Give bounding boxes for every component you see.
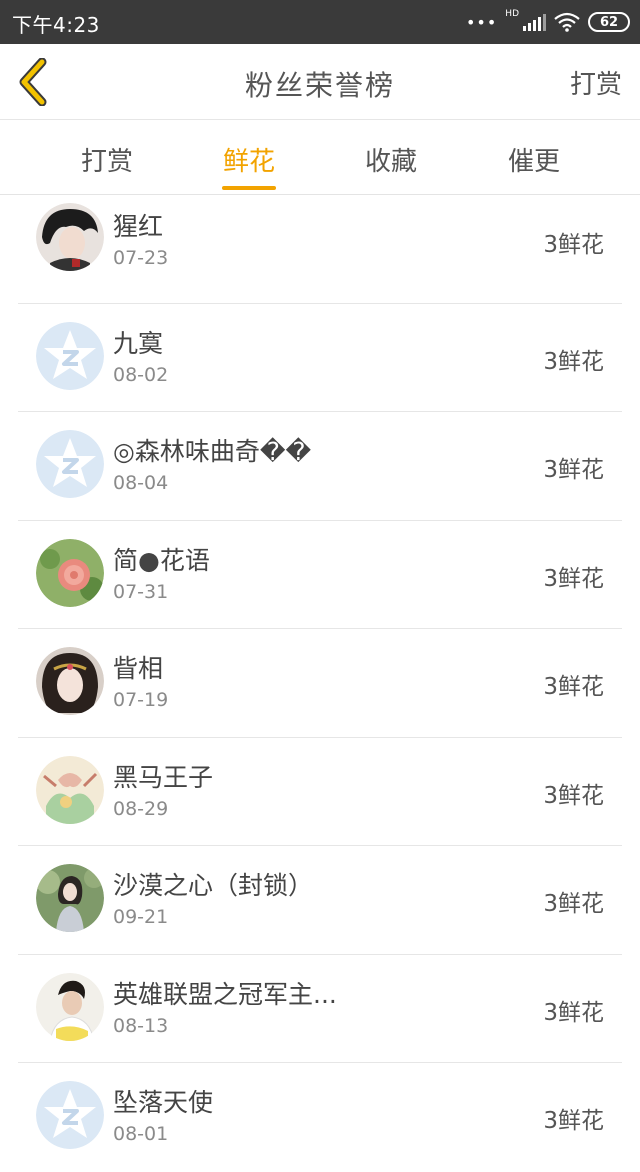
tab-collect[interactable]: 收藏 [336, 141, 446, 178]
avatar [36, 322, 104, 390]
fan-date: 08-13 [113, 1014, 169, 1037]
fan-name: 英雄联盟之冠军主... [113, 979, 337, 1009]
fan-date: 07-31 [113, 580, 169, 603]
avatar [36, 538, 104, 607]
avatar [36, 755, 104, 824]
status-time: 下午4:23 [12, 13, 100, 37]
list-item[interactable]: 坠落天使 08-01 3鲜花 [18, 1063, 622, 1172]
fan-name: ◎森林味曲奇�� [113, 437, 312, 466]
flower-count: 3鲜花 [543, 457, 604, 483]
tab-urge[interactable]: 催更 [479, 141, 589, 178]
fan-date: 08-01 [113, 1123, 169, 1145]
fan-date: 08-29 [113, 797, 169, 820]
fan-date: 09-21 [113, 906, 169, 928]
fan-name: 黑马王子 [113, 762, 214, 792]
flower-count: 3鲜花 [543, 782, 604, 809]
tab-reward[interactable]: 打赏 [52, 141, 162, 178]
battery-level: 62 [599, 14, 619, 30]
list-item[interactable]: 猩红 07-23 3鲜花 [18, 195, 622, 304]
tab-label: 打赏 [80, 147, 133, 177]
battery-icon: 62 [588, 12, 630, 32]
page-title: 粉丝荣誉榜 [244, 69, 395, 102]
flower-count: 3鲜花 [543, 1108, 604, 1134]
fan-name: 坠落天使 [113, 1088, 214, 1117]
flower-count: 3鲜花 [543, 348, 604, 375]
list-item[interactable]: ◎森林味曲奇�� 08-04 3鲜花 [18, 412, 622, 521]
flower-count: 3鲜花 [543, 674, 604, 700]
list-item[interactable]: 眥相 07-19 3鲜花 [18, 629, 622, 738]
status-bar: 下午4:23 ••• HD 62 [0, 0, 640, 44]
list-item[interactable]: 英雄联盟之冠军主... 08-13 3鲜花 [18, 955, 622, 1063]
tab-label: 催更 [507, 147, 560, 177]
tab-label: 收藏 [364, 147, 417, 177]
more-dots-icon: ••• [465, 12, 498, 32]
reward-button[interactable]: 打赏 [570, 64, 622, 101]
header-bar: 粉丝荣誉榜 打赏 [0, 44, 640, 120]
fan-date: 08-04 [113, 472, 169, 494]
avatar [36, 430, 104, 498]
avatar [36, 1081, 104, 1149]
fan-name: 简●花语 [113, 545, 210, 575]
fan-name: 眥相 [113, 654, 164, 683]
avatar [36, 864, 104, 932]
list-item[interactable]: 黑马王子 08-29 3鲜花 [18, 738, 622, 846]
cell-signal-icon [523, 13, 546, 31]
wifi-icon [554, 12, 580, 32]
fan-date: 08-02 [113, 363, 169, 386]
fan-date: 07-19 [113, 689, 169, 711]
fan-list: 猩红 07-23 3鲜花 九寞 08-02 3鲜花 ◎森林味曲奇�� 08-04… [0, 195, 640, 1172]
fan-date: 07-23 [113, 247, 169, 269]
fan-name: 沙漠之心（封锁） [113, 871, 314, 900]
status-icons: ••• HD 62 [466, 8, 630, 36]
avatar [36, 647, 104, 715]
fan-name: 九寞 [113, 328, 164, 358]
flower-count: 3鲜花 [543, 999, 604, 1026]
hd-label: HD [505, 9, 519, 19]
tab-flowers[interactable]: 鲜花 [194, 141, 304, 190]
flower-count: 3鲜花 [543, 232, 604, 258]
fan-name: 猩红 [113, 212, 164, 241]
flower-count: 3鲜花 [543, 891, 604, 917]
list-item[interactable]: 简●花语 07-31 3鲜花 [18, 521, 622, 629]
list-item[interactable]: 九寞 08-02 3鲜花 [18, 304, 622, 412]
tab-label: 鲜花 [222, 147, 275, 177]
avatar [36, 972, 104, 1041]
flower-count: 3鲜花 [543, 565, 604, 592]
avatar [36, 203, 104, 271]
list-item[interactable]: 沙漠之心（封锁） 09-21 3鲜花 [18, 846, 622, 955]
active-tab-indicator [222, 186, 276, 190]
tab-bar: 打赏 鲜花 收藏 催更 [0, 121, 640, 195]
